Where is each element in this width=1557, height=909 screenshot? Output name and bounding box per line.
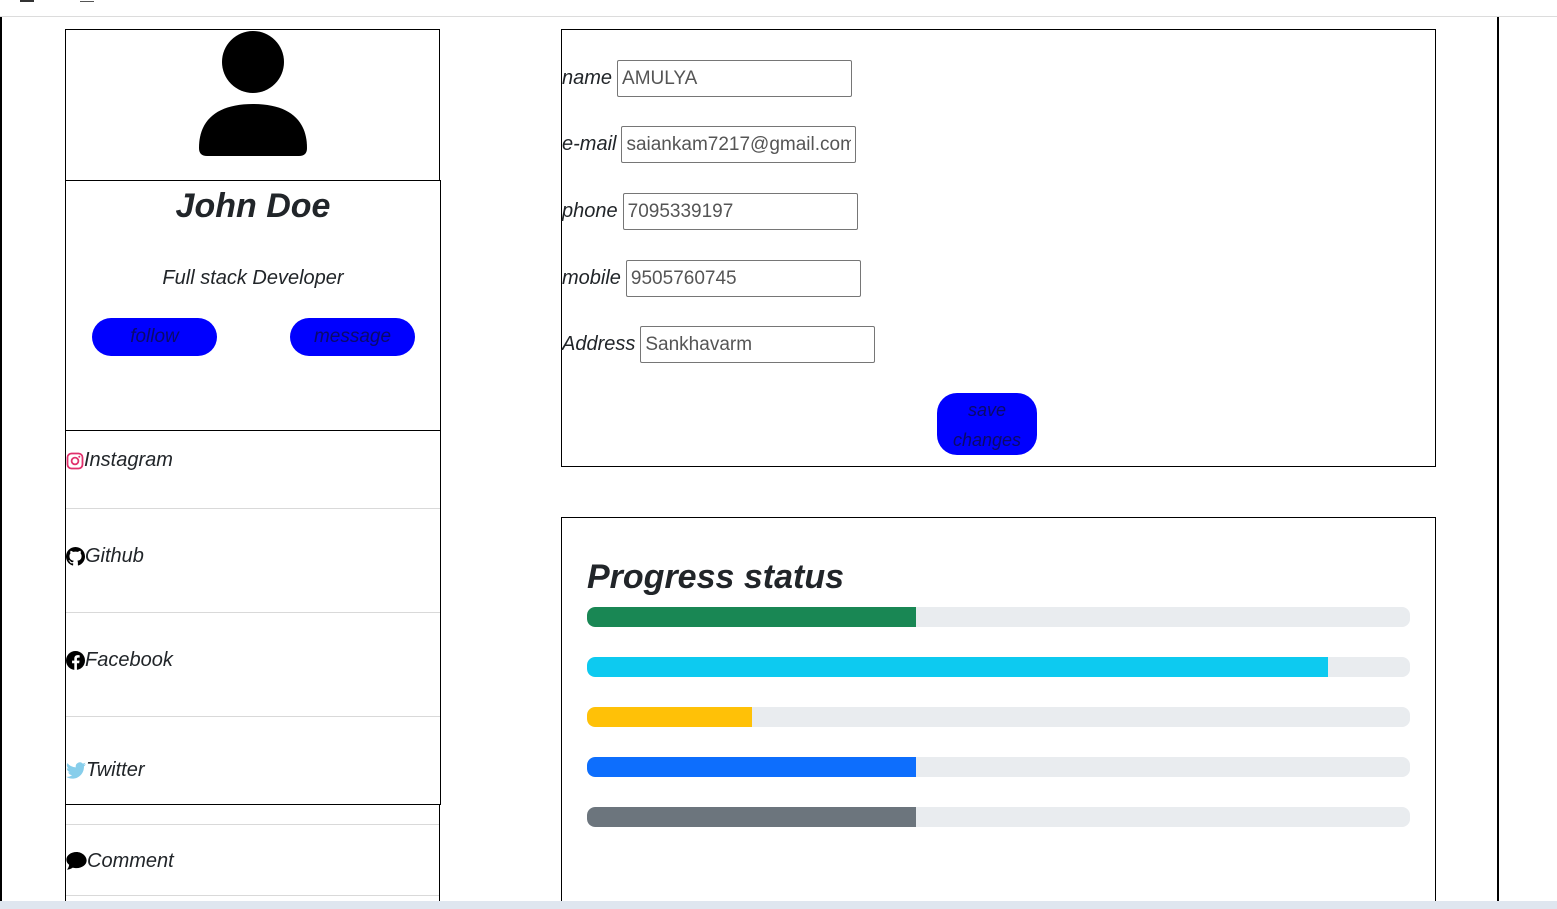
social-item-label: Instagram: [84, 449, 173, 471]
progress-title: Progress status: [587, 558, 844, 596]
social-links-card: Instagram Github Facebook Twitter: [65, 430, 441, 805]
mobile-input[interactable]: [625, 260, 861, 297]
progress-card: Progress status: [561, 517, 1436, 909]
profile-card: John Doe Full stack Developer follow mes…: [65, 180, 441, 431]
name-field-row: name: [562, 60, 853, 97]
social-item-label: Facebook: [85, 649, 173, 671]
twitter-icon: [66, 762, 86, 779]
social-item-facebook[interactable]: Facebook: [66, 613, 440, 717]
avatar-box: [65, 29, 440, 181]
email-field-row: e-mail: [562, 126, 857, 163]
facebook-icon: [66, 651, 85, 670]
progress-bar-3: [587, 707, 1410, 727]
social-item-twitter[interactable]: Twitter: [66, 717, 440, 805]
comment-card: Comment: [65, 804, 440, 901]
address-input[interactable]: [640, 326, 876, 363]
mobile-label: mobile: [562, 267, 621, 289]
progress-bar-5: [587, 807, 1410, 827]
name-label: name: [562, 67, 613, 89]
comment-icon: [66, 852, 87, 870]
taskbar-edge: [0, 901, 1557, 909]
social-item-label: Github: [85, 545, 144, 567]
browser-top-edge: [0, 0, 1557, 17]
phone-label: phone: [562, 200, 618, 222]
divider: [66, 824, 439, 825]
progress-fill: [587, 657, 1328, 677]
instagram-icon: [66, 452, 84, 469]
user-avatar-icon: [199, 31, 307, 156]
comment-label: Comment: [87, 850, 174, 872]
profile-name: John Doe: [175, 187, 331, 225]
progress-bar-4: [587, 757, 1410, 777]
email-label: e-mail: [562, 133, 617, 155]
cropped-header-mark: [80, 0, 94, 2]
github-icon: [66, 547, 85, 566]
progress-bar-2: [587, 657, 1410, 677]
menu-icon: [20, 0, 34, 2]
social-item-instagram[interactable]: Instagram: [66, 431, 440, 509]
comment-link[interactable]: Comment: [66, 850, 174, 873]
address-label: Address: [562, 333, 636, 355]
divider: [66, 895, 439, 896]
save-changes-button[interactable]: save changes: [937, 393, 1037, 455]
message-button[interactable]: message: [290, 318, 415, 356]
name-input[interactable]: [617, 60, 853, 97]
address-field-row: Address: [562, 326, 876, 363]
phone-field-row: phone: [562, 193, 858, 230]
progress-fill: [587, 707, 752, 727]
profile-role: Full stack Developer: [162, 267, 344, 289]
progress-fill: [587, 807, 917, 827]
progress-bar-1: [587, 607, 1410, 627]
social-item-github[interactable]: Github: [66, 509, 440, 613]
phone-input[interactable]: [622, 193, 858, 230]
follow-button[interactable]: follow: [92, 318, 217, 356]
progress-fill: [587, 607, 917, 627]
social-item-label: Twitter: [86, 759, 145, 781]
email-input[interactable]: [621, 126, 857, 163]
progress-fill: [587, 757, 917, 777]
page-border-right: [1497, 17, 1499, 901]
mobile-field-row: mobile: [562, 260, 861, 297]
profile-form-card: name e-mail phone mobile Address save ch…: [561, 29, 1436, 467]
page-border-left: [0, 17, 2, 901]
